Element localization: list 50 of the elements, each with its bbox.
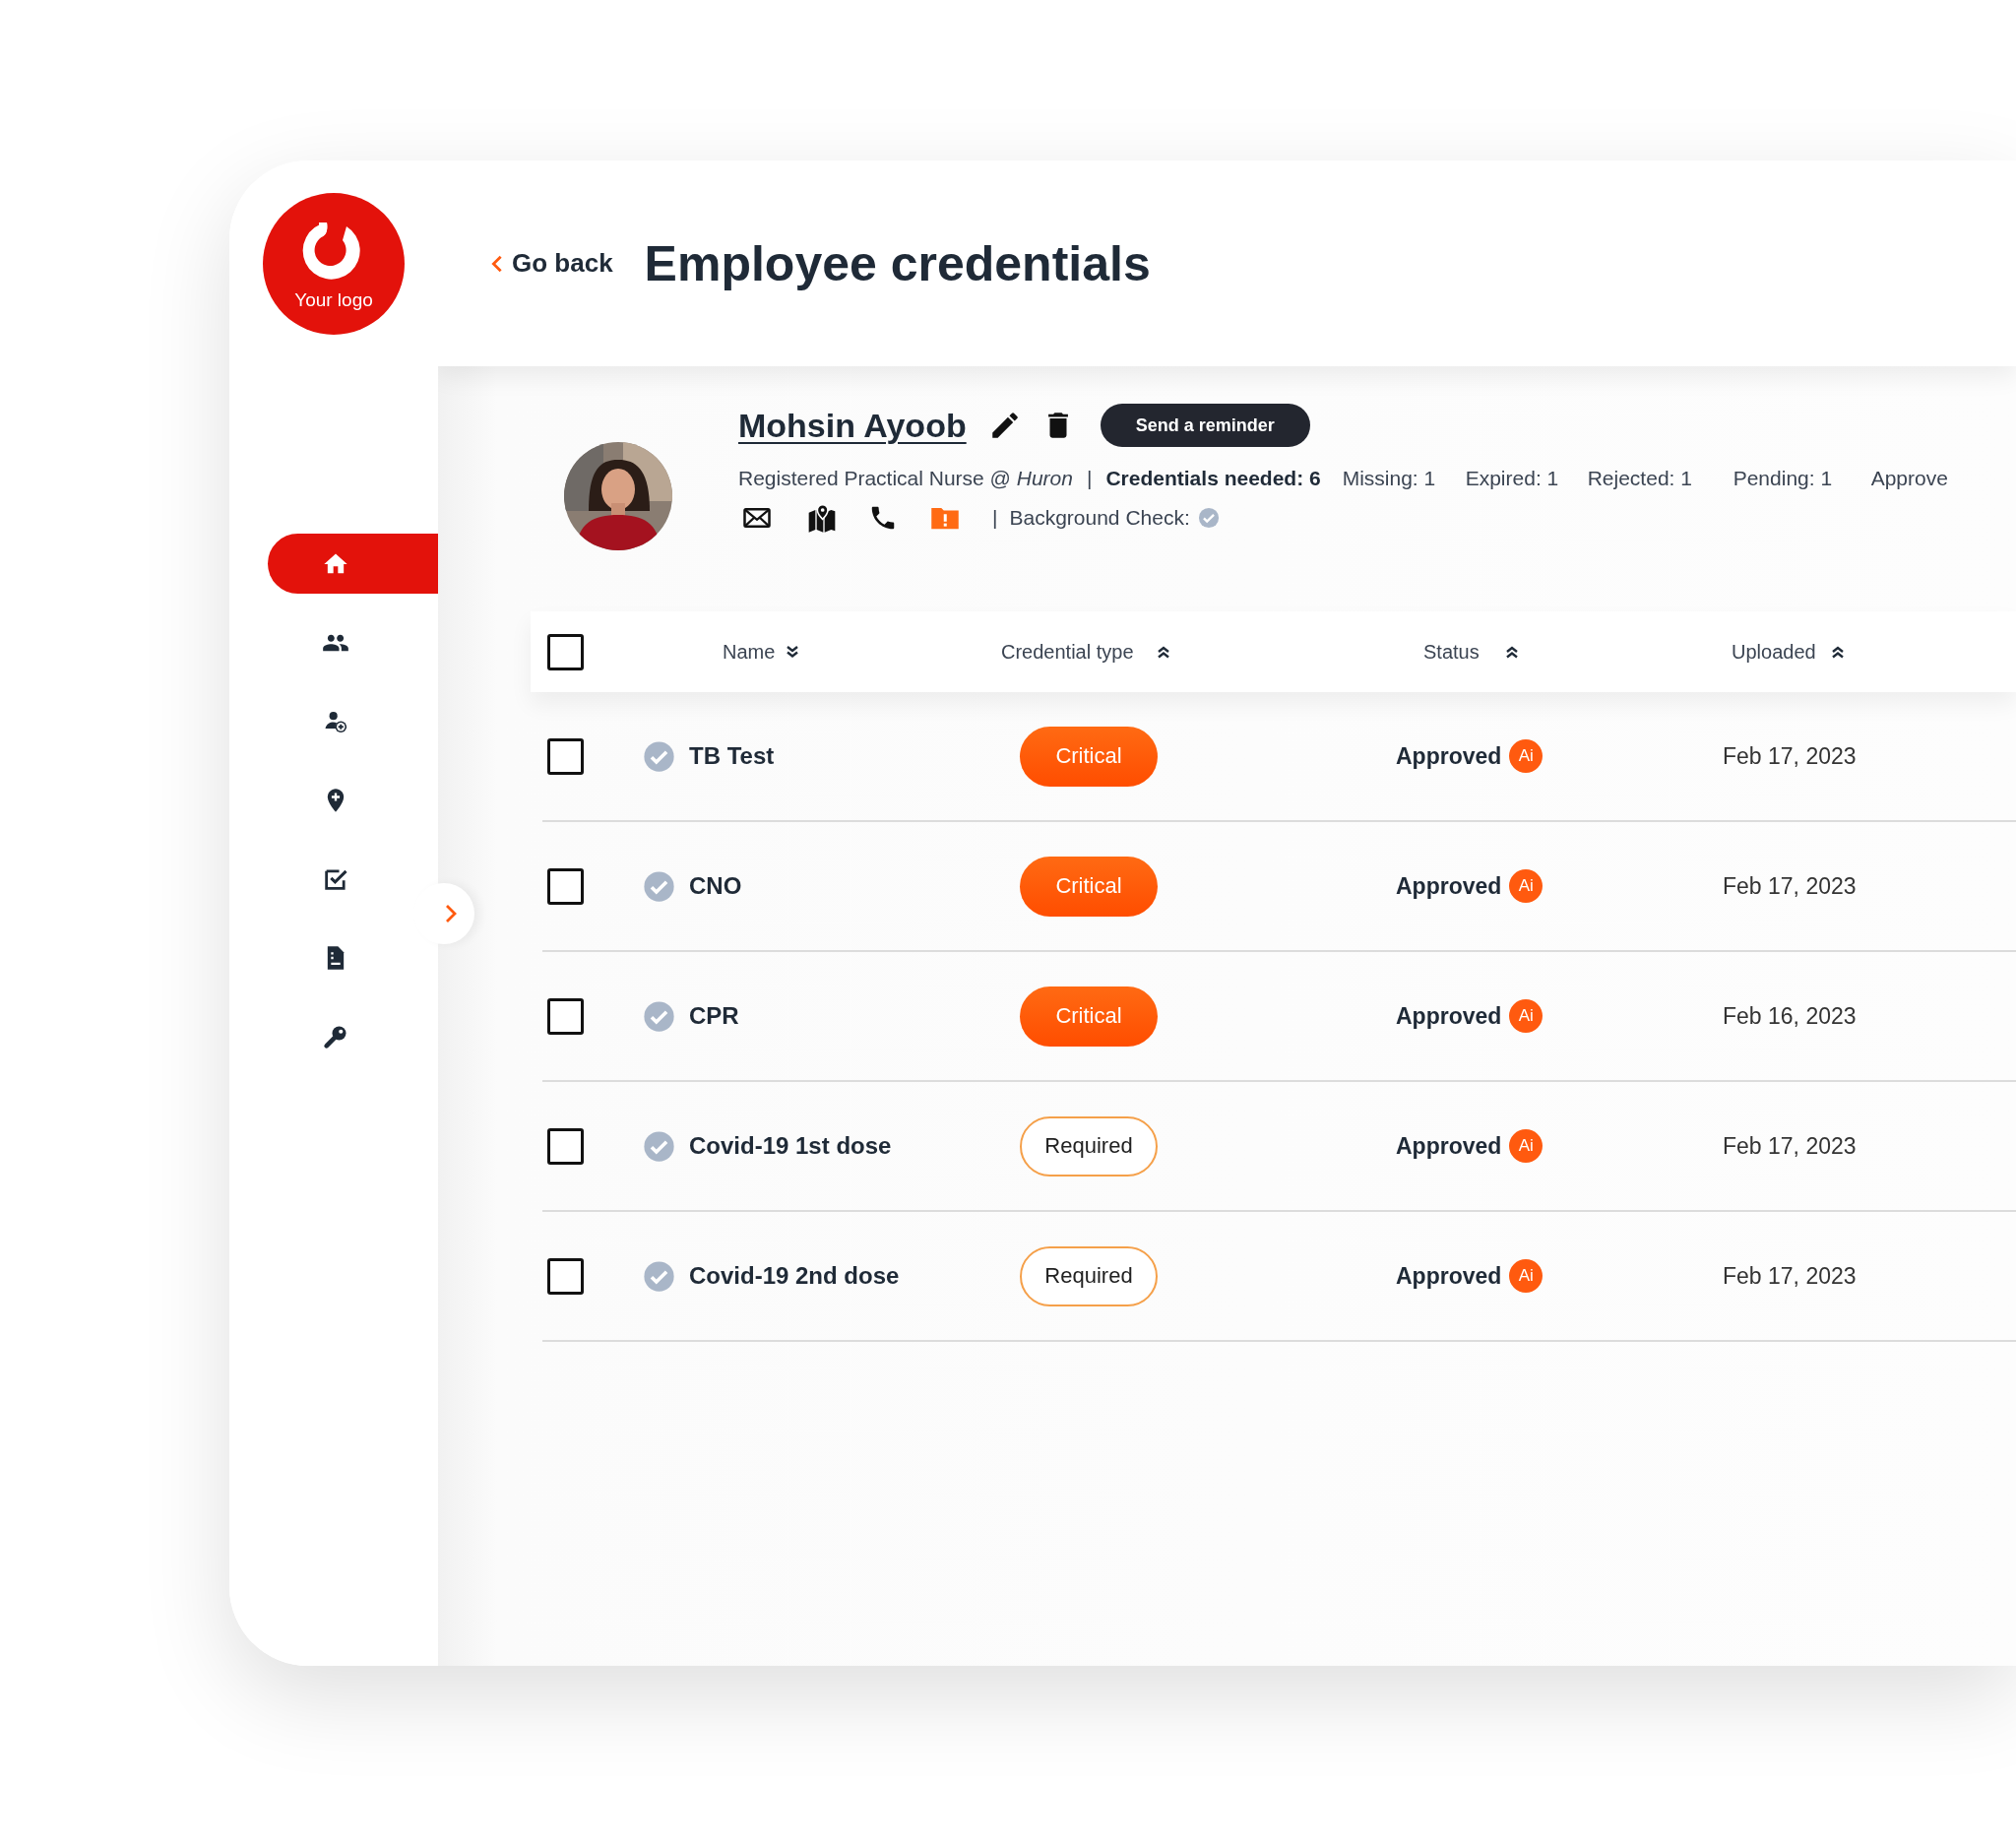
credential-name: Covid-19 2nd dose xyxy=(689,1262,900,1290)
credential-name: CPR xyxy=(689,1002,739,1030)
ai-badge: Ai xyxy=(1509,869,1544,903)
count-label: Missing: 1 xyxy=(1342,467,1437,490)
employee-name-link[interactable]: Mohsin Ayoob xyxy=(738,406,967,445)
upload-date: Feb 17, 2023 xyxy=(1723,872,1857,900)
upload-date: Feb 17, 2023 xyxy=(1723,742,1857,770)
status-text: Approved xyxy=(1396,1002,1502,1030)
count-label: Approve xyxy=(1870,467,1948,490)
credential-type-tag: Critical xyxy=(1020,986,1158,1047)
column-header[interactable]: Status xyxy=(1423,640,1480,664)
separator-text: | xyxy=(1086,467,1093,490)
ai-badge: Ai xyxy=(1509,999,1544,1033)
status-text: Approved xyxy=(1396,1262,1502,1290)
status-text: Approved xyxy=(1396,1132,1502,1160)
count-label: Expired: 1 xyxy=(1465,467,1560,490)
upload-date: Feb 17, 2023 xyxy=(1723,1132,1857,1160)
credential-type-tag: Required xyxy=(1020,1115,1158,1177)
column-header[interactable]: Uploaded xyxy=(1732,640,1816,664)
upload-date: Feb 17, 2023 xyxy=(1723,1262,1857,1290)
row-checkbox[interactable] xyxy=(547,997,584,1035)
status-text: Approved xyxy=(1396,872,1502,900)
row-checkbox[interactable] xyxy=(547,1257,584,1295)
credential-type-tag: Critical xyxy=(1020,726,1158,787)
row-checkbox[interactable] xyxy=(547,1127,584,1165)
logo-text: Your logo xyxy=(294,289,373,311)
count-label: Pending: 1 xyxy=(1732,467,1834,490)
credential-name: Covid-19 1st dose xyxy=(689,1132,892,1160)
upload-date: Feb 16, 2023 xyxy=(1723,1002,1857,1030)
credential-type-tag: Critical xyxy=(1020,856,1158,917)
ai-badge: Ai xyxy=(1509,1259,1544,1293)
credential-name: CNO xyxy=(689,872,742,900)
job-title: Registered Practical Nurse @ Huron xyxy=(738,467,1073,490)
count-label: Rejected: 1 xyxy=(1587,467,1693,490)
send-reminder-button[interactable]: Send a reminder xyxy=(1100,404,1310,447)
credentials-needed: Credentials needed: 6 xyxy=(1105,467,1321,490)
separator-text: | xyxy=(992,506,998,530)
ai-badge: Ai xyxy=(1509,739,1544,773)
status-text: Approved xyxy=(1396,742,1502,770)
back-link[interactable]: Go back xyxy=(486,248,613,279)
row-checkbox[interactable] xyxy=(547,737,584,775)
ai-badge: Ai xyxy=(1509,1129,1544,1163)
column-header[interactable]: Name xyxy=(723,640,776,664)
column-header[interactable]: Credential type xyxy=(1001,640,1134,664)
credential-name: TB Test xyxy=(689,742,775,770)
credential-type-tag: Required xyxy=(1020,1245,1158,1306)
select-all-checkbox[interactable] xyxy=(547,633,584,670)
background-check-label: Background Check: xyxy=(1009,506,1190,530)
row-checkbox[interactable] xyxy=(547,867,584,905)
page-title: Employee credentials xyxy=(644,234,1151,292)
